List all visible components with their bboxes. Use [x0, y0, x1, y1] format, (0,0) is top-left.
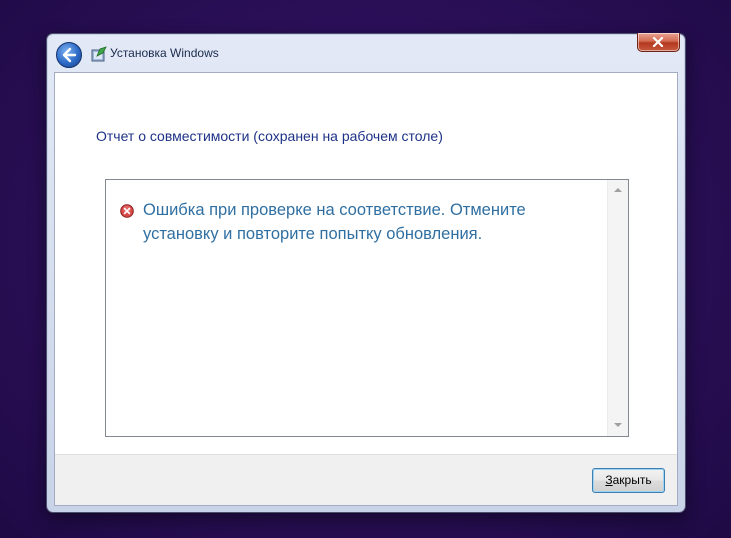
vertical-scrollbar[interactable] — [607, 180, 628, 436]
error-message: Ошибка при проверке на соответствие. Отм… — [143, 201, 526, 243]
scroll-down-icon[interactable] — [614, 423, 622, 427]
content-panel: Отчет о совместимости (сохранен на рабоч… — [55, 73, 677, 454]
close-button[interactable]: Закрыть — [592, 468, 665, 493]
setup-window: Установка Windows Отчет о совместимости … — [46, 33, 686, 513]
close-icon — [652, 37, 664, 47]
error-icon — [120, 204, 134, 218]
scroll-up-icon[interactable] — [614, 188, 622, 192]
back-arrow-icon — [62, 47, 77, 63]
footer-divider — [55, 454, 677, 455]
windows-setup-icon — [91, 46, 107, 62]
title-bar: Установка Windows — [47, 33, 685, 72]
back-button[interactable] — [56, 42, 82, 68]
compatibility-report-box[interactable]: Ошибка при проверке на соответствие. Отм… — [105, 179, 629, 437]
window-title: Установка Windows — [110, 46, 219, 60]
window-close-button[interactable] — [637, 33, 680, 52]
report-text-area[interactable]: Ошибка при проверке на соответствие. Отм… — [106, 180, 608, 436]
page-title: Отчет о совместимости (сохранен на рабоч… — [96, 128, 443, 144]
client-area: Отчет о совместимости (сохранен на рабоч… — [54, 72, 678, 506]
